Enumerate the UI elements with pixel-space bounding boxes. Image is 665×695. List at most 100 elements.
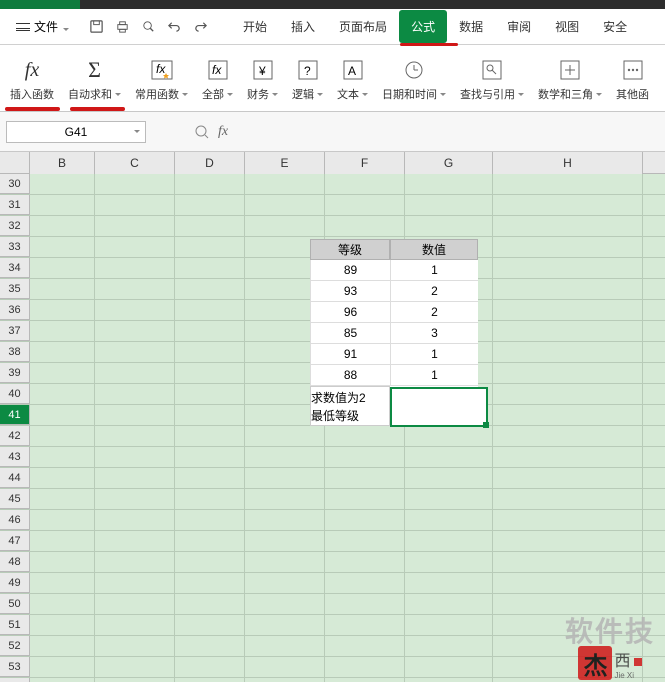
other-fn-button[interactable]: 其他函 [612,45,653,111]
cell[interactable] [405,531,493,552]
cell[interactable] [245,426,325,447]
cell[interactable] [95,279,175,300]
cell[interactable] [325,195,405,216]
cell[interactable] [95,636,175,657]
cell[interactable] [493,489,643,510]
cell[interactable] [175,510,245,531]
cell[interactable] [95,594,175,615]
cell[interactable] [175,321,245,342]
cell[interactable] [493,573,643,594]
cell[interactable] [405,447,493,468]
row-header[interactable]: 40 [0,384,30,404]
cell[interactable] [95,216,175,237]
cell[interactable] [405,678,493,682]
cell-value[interactable]: 3 [390,323,478,344]
cell-value[interactable]: 2 [390,302,478,323]
row-header[interactable]: 48 [0,552,30,572]
cell[interactable] [493,258,643,279]
cell[interactable] [325,657,405,678]
cell[interactable] [493,216,643,237]
cell[interactable] [245,489,325,510]
cell-level[interactable]: 91 [310,344,390,365]
row-header[interactable]: 35 [0,279,30,299]
cell[interactable] [245,552,325,573]
cell[interactable] [95,678,175,682]
tab-insert[interactable]: 插入 [279,10,327,43]
col-header-H[interactable]: H [493,152,643,174]
row-header[interactable]: 38 [0,342,30,362]
cell[interactable] [493,237,643,258]
row-header[interactable]: 43 [0,447,30,467]
cell[interactable] [95,363,175,384]
cell[interactable] [245,636,325,657]
cell[interactable] [175,447,245,468]
cell[interactable] [30,615,95,636]
fx-label[interactable]: fx [218,124,228,140]
cell[interactable] [405,216,493,237]
cell[interactable] [175,279,245,300]
cell[interactable] [325,510,405,531]
cell[interactable] [325,468,405,489]
row-header[interactable]: 41 [0,405,30,425]
cell[interactable] [95,342,175,363]
cell[interactable] [95,405,175,426]
cell[interactable] [175,657,245,678]
cell[interactable] [30,405,95,426]
cell[interactable] [30,678,95,682]
cell[interactable] [175,405,245,426]
name-box[interactable] [6,121,146,143]
row-header[interactable]: 34 [0,258,30,278]
tab-start[interactable]: 开始 [231,10,279,43]
row-header[interactable]: 30 [0,174,30,194]
cell[interactable] [175,258,245,279]
cell[interactable] [30,384,95,405]
cell[interactable] [325,678,405,682]
cell[interactable] [245,468,325,489]
formula-input[interactable] [236,121,659,143]
tab-review[interactable]: 审阅 [495,10,543,43]
cell[interactable] [175,573,245,594]
cell[interactable] [30,447,95,468]
cell[interactable] [325,636,405,657]
cell[interactable] [405,636,493,657]
cell[interactable] [493,300,643,321]
row-header[interactable]: 33 [0,237,30,257]
save-icon[interactable] [87,18,105,36]
row-header[interactable]: 52 [0,636,30,656]
row-header[interactable]: 54 [0,678,30,682]
lookup-button[interactable]: 查找与引用 [456,45,528,111]
cell[interactable] [245,195,325,216]
row-header[interactable]: 53 [0,657,30,677]
cell[interactable] [30,321,95,342]
cell[interactable] [493,363,643,384]
cell-value[interactable]: 1 [390,344,478,365]
finance-button[interactable]: ¥ 财务 [243,45,282,111]
tab-safe[interactable]: 安全 [591,10,639,43]
cell[interactable] [405,573,493,594]
cell[interactable] [175,678,245,682]
cell[interactable] [493,195,643,216]
cell[interactable] [245,594,325,615]
col-header-F[interactable]: F [325,152,405,174]
cell[interactable] [493,426,643,447]
cell[interactable] [175,426,245,447]
all-fn-button[interactable]: fx 全部 [198,45,237,111]
cell[interactable] [493,321,643,342]
row-header[interactable]: 44 [0,468,30,488]
cell[interactable] [95,531,175,552]
cell[interactable] [325,615,405,636]
cell[interactable] [493,468,643,489]
row-header[interactable]: 47 [0,531,30,551]
cell[interactable] [30,657,95,678]
active-cell[interactable] [390,387,488,427]
cell[interactable] [175,300,245,321]
cell[interactable] [405,489,493,510]
cell[interactable] [405,510,493,531]
row-header[interactable]: 49 [0,573,30,593]
cell[interactable] [95,489,175,510]
cell[interactable] [175,552,245,573]
row-header[interactable]: 31 [0,195,30,215]
cell[interactable] [95,510,175,531]
col-header-B[interactable]: B [30,152,95,174]
cell[interactable] [493,279,643,300]
